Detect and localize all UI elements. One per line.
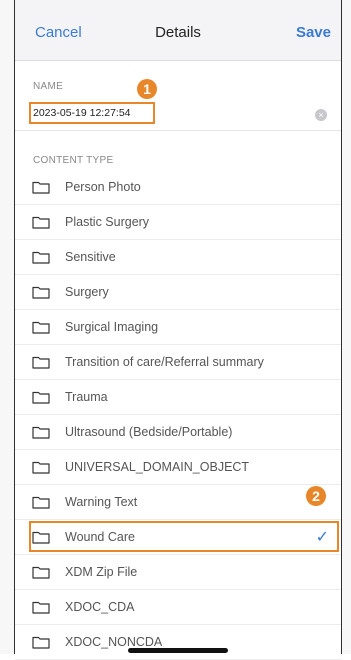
selection-highlight	[29, 521, 339, 552]
list-item-label: Warning Text	[65, 495, 138, 509]
list-item[interactable]: Ultrasound (Bedside/Portable)	[15, 415, 341, 450]
name-input-value: 2023-05-19 12:27:54	[33, 107, 131, 119]
list-item-label: Trauma	[65, 390, 108, 404]
annotation-badge-1: 1	[137, 79, 157, 99]
right-margin	[342, 0, 351, 654]
list-item[interactable]: Plastic Surgery	[15, 205, 341, 240]
folder-icon	[32, 251, 50, 264]
list-item-label: Plastic Surgery	[65, 215, 150, 229]
content-type-section-label: CONTENT TYPE	[33, 155, 114, 166]
folder-icon	[32, 566, 50, 579]
home-indicator	[128, 648, 228, 653]
list-item-label: Surgical Imaging	[65, 320, 159, 334]
clear-circle-icon[interactable]: ×	[315, 109, 327, 121]
list-item[interactable]: XDOC_NONCDA	[15, 625, 341, 660]
folder-icon	[32, 426, 50, 439]
list-item-label: XDOC_NONCDA	[65, 635, 163, 649]
navigation-bar: Cancel Details Save	[15, 0, 341, 61]
list-item-label: XDOC_CDA	[65, 600, 135, 614]
list-item-label: Sensitive	[65, 250, 116, 264]
content-type-list: Person Photo Plastic Surgery Sensitive Surg…	[15, 170, 341, 660]
page-title: Details	[155, 24, 201, 41]
folder-icon	[32, 461, 50, 474]
left-margin	[0, 0, 14, 654]
list-item-label: Surgery	[65, 285, 109, 299]
list-item-label: Transition of care/Referral summary	[65, 355, 264, 369]
list-item[interactable]: XDOC_CDA	[15, 590, 341, 625]
list-item-label: Ultrasound (Bedside/Portable)	[65, 425, 233, 439]
name-section-label: NAME	[33, 81, 64, 92]
list-item[interactable]: Warning Text	[15, 485, 341, 520]
folder-icon	[32, 356, 50, 369]
folder-icon	[32, 286, 50, 299]
name-input[interactable]: 2023-05-19 12:27:54	[29, 102, 155, 124]
annotation-badge-2: 2	[306, 486, 326, 506]
list-item[interactable]: Surgery	[15, 275, 341, 310]
list-item[interactable]: Trauma	[15, 380, 341, 415]
folder-icon	[32, 601, 50, 614]
folder-icon	[32, 181, 50, 194]
list-item[interactable]: XDM Zip File	[15, 555, 341, 590]
checkmark-icon: ✓	[315, 529, 329, 546]
folder-icon	[32, 636, 50, 649]
list-item[interactable]: Sensitive	[15, 240, 341, 275]
folder-icon	[32, 321, 50, 334]
list-item[interactable]: Surgical Imaging	[15, 310, 341, 345]
list-item[interactable]: Person Photo	[15, 170, 341, 205]
list-item-label: UNIVERSAL_DOMAIN_OBJECT	[65, 460, 250, 474]
save-button[interactable]: Save	[296, 24, 331, 41]
folder-icon	[32, 216, 50, 229]
list-item-label: XDM Zip File	[65, 565, 138, 579]
folder-icon	[32, 391, 50, 404]
list-item-label: Person Photo	[65, 180, 141, 194]
list-item[interactable]: Transition of care/Referral summary	[15, 345, 341, 380]
name-field-row[interactable]: 2023-05-19 12:27:54 ×	[15, 100, 341, 131]
list-item[interactable]: Wound Care ✓	[15, 520, 341, 555]
folder-icon	[32, 496, 50, 509]
list-item[interactable]: UNIVERSAL_DOMAIN_OBJECT	[15, 450, 341, 485]
details-screen: Cancel Details Save NAME 1 2023-05-19 12…	[14, 0, 342, 660]
